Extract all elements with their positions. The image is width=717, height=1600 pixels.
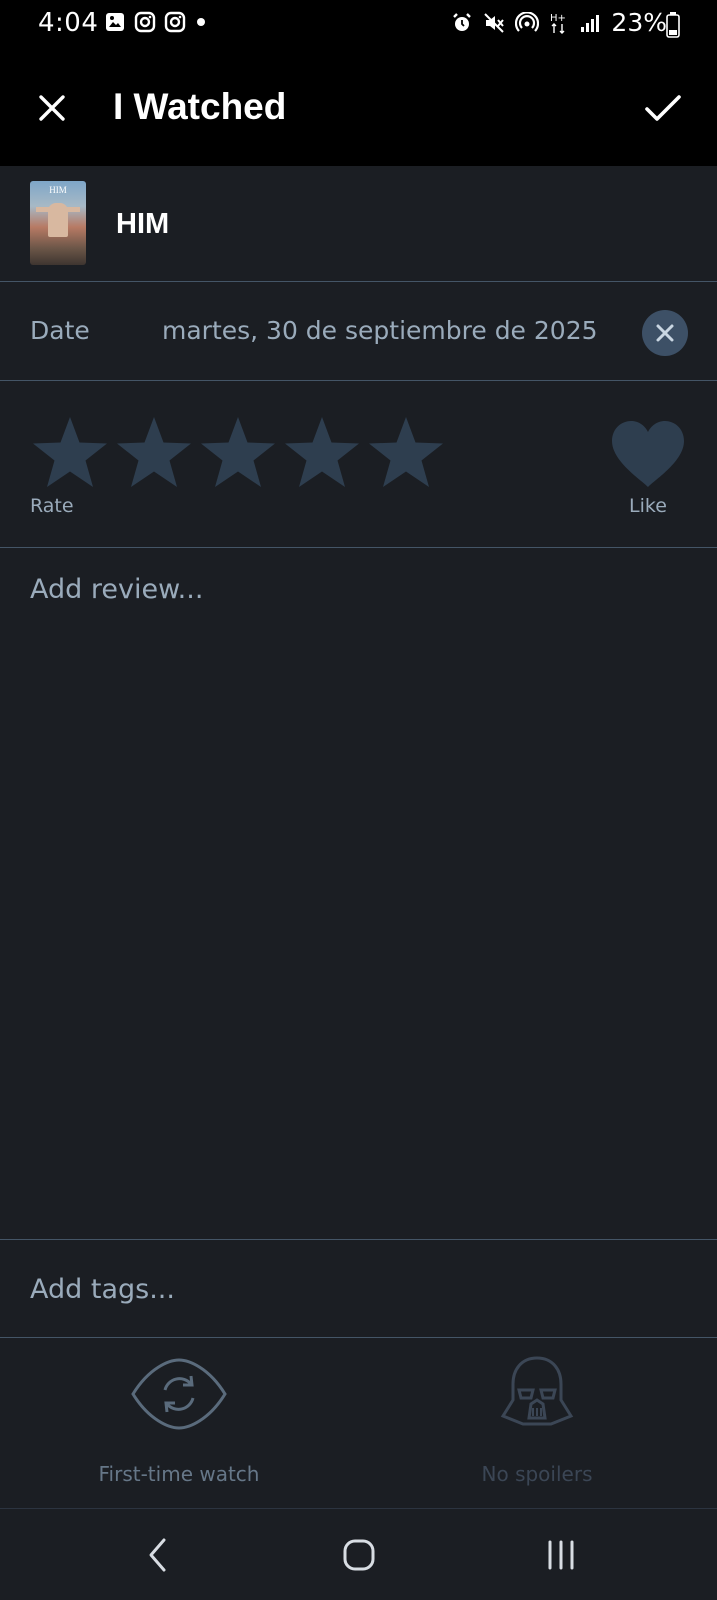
film-header: HIM HIM (0, 166, 717, 282)
alarm-icon (453, 12, 472, 31)
recents-icon (548, 1540, 574, 1570)
poster-title: HIM (49, 185, 67, 195)
close-icon (656, 324, 674, 342)
star-icon[interactable] (366, 413, 446, 493)
status-right-icons: H+ 23% (451, 8, 667, 37)
battery-icon (666, 12, 680, 38)
hotspot-icon (515, 11, 540, 32)
heart-icon[interactable] (610, 419, 686, 489)
clear-date-button[interactable] (642, 310, 688, 356)
rating-row: Rate Like (0, 381, 717, 548)
back-button[interactable] (128, 1531, 188, 1579)
status-bar: 4:04 H+ 23% (0, 0, 717, 50)
mute-icon (484, 12, 505, 33)
rewatch-eye-icon (131, 1358, 227, 1430)
check-icon (645, 95, 681, 121)
close-icon (39, 95, 65, 121)
instagram-icon (134, 11, 156, 33)
no-spoilers-label: No spoilers (481, 1462, 593, 1486)
system-nav-bar (0, 1509, 717, 1600)
svg-text:H+: H+ (550, 13, 566, 24)
dot-icon (197, 18, 205, 26)
darth-vader-helmet-icon (500, 1356, 574, 1426)
recents-button[interactable] (531, 1531, 591, 1579)
first-time-watch-label: First-time watch (98, 1462, 260, 1486)
review-placeholder: Add review... (30, 574, 204, 605)
date-value[interactable]: martes, 30 de septiembre de 2025 (162, 316, 598, 345)
page-title: I Watched (113, 86, 287, 127)
close-button[interactable] (30, 86, 74, 130)
date-row[interactable]: Date martes, 30 de septiembre de 2025 (0, 282, 717, 381)
tags-placeholder: Add tags... (30, 1274, 175, 1305)
date-label: Date (30, 316, 90, 345)
like-label: Like (629, 495, 667, 517)
status-time: 4:04 (38, 8, 99, 38)
gallery-icon (106, 13, 124, 31)
review-input[interactable]: Add review... (0, 548, 717, 1240)
no-spoilers-toggle[interactable]: No spoilers (358, 1338, 716, 1509)
film-poster[interactable]: HIM (30, 181, 86, 265)
battery-percentage: 23% (611, 8, 667, 37)
network-hplus-icon: H+ (550, 13, 566, 34)
signal-icon (581, 14, 600, 32)
save-button[interactable] (639, 84, 687, 132)
tags-input[interactable]: Add tags... (0, 1240, 717, 1338)
star-icon[interactable] (198, 413, 278, 493)
first-time-watch-toggle[interactable]: First-time watch (0, 1338, 358, 1509)
home-icon (343, 1539, 375, 1571)
home-button[interactable] (329, 1531, 389, 1579)
star-rating[interactable] (30, 413, 446, 493)
instagram-icon (164, 11, 186, 33)
film-title: HIM (116, 208, 170, 240)
star-icon[interactable] (30, 413, 110, 493)
status-left-icons (104, 11, 208, 33)
rate-label: Rate (30, 495, 74, 517)
app-bar: I Watched (0, 50, 717, 166)
poster-figure (48, 203, 68, 237)
back-icon (149, 1538, 166, 1572)
star-icon[interactable] (114, 413, 194, 493)
watch-options: First-time watch No spoilers (0, 1338, 717, 1509)
star-icon[interactable] (282, 413, 362, 493)
